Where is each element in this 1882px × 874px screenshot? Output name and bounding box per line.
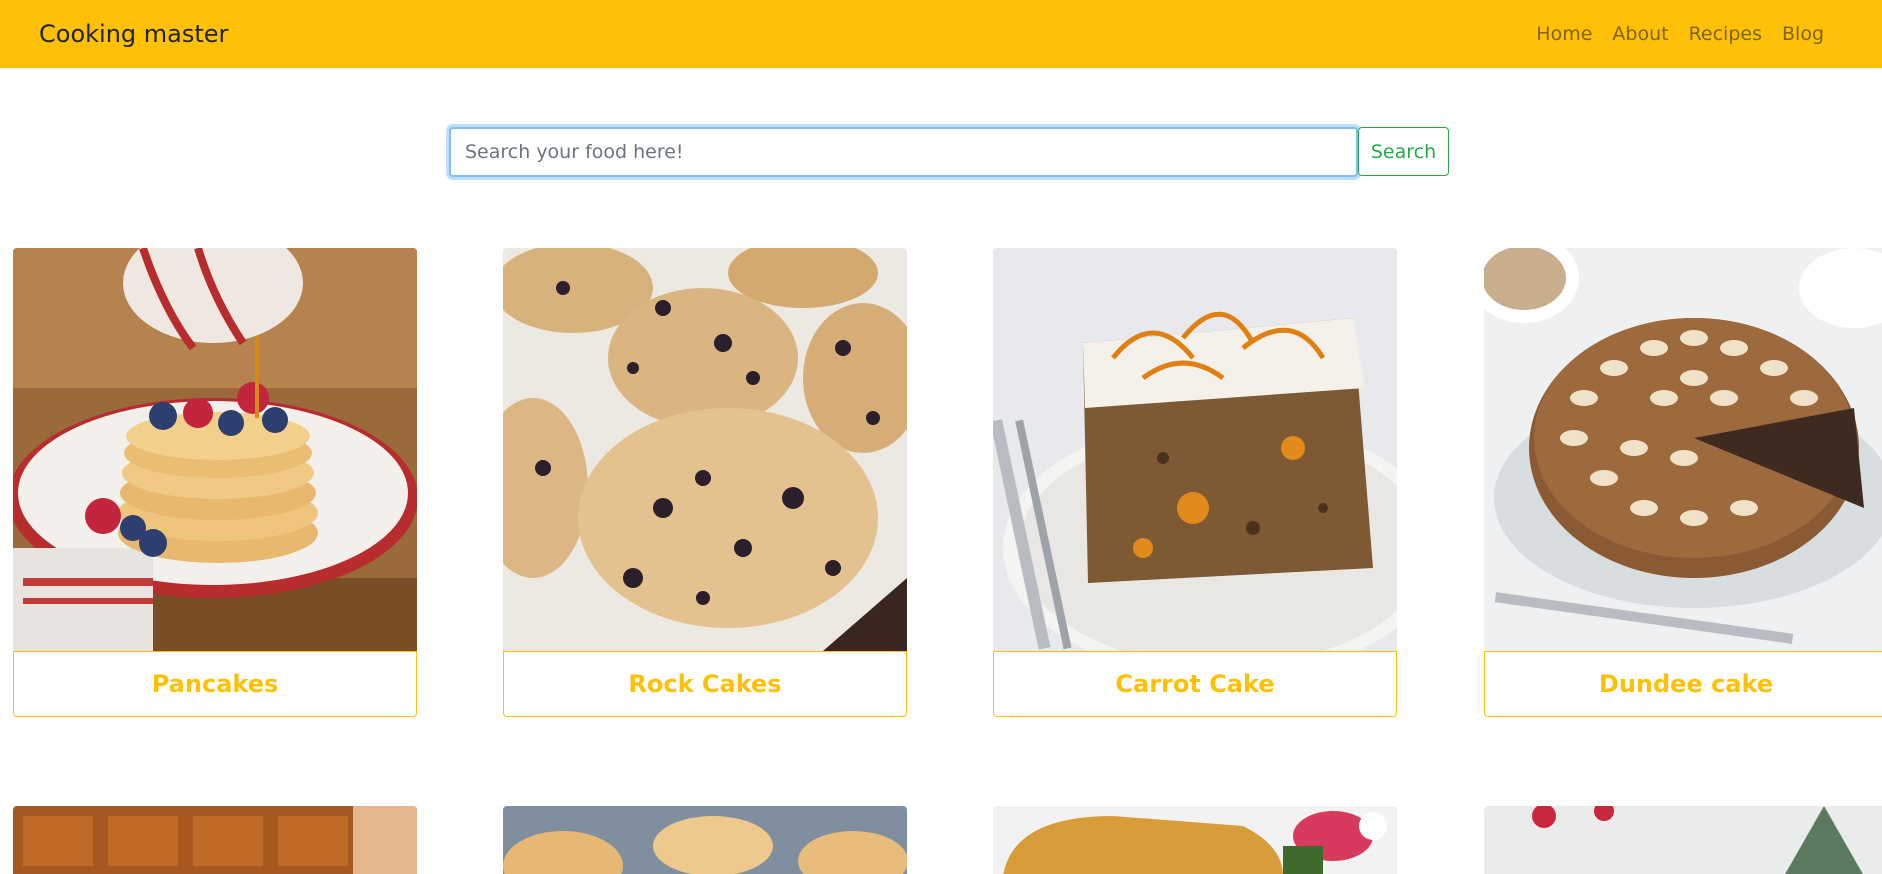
recipe-card-partial[interactable] — [993, 806, 1397, 874]
nav-link-about[interactable]: About — [1612, 20, 1668, 48]
recipe-card-dundee-cake[interactable]: Dundee cake — [1484, 248, 1882, 717]
dundee-cake-image — [1484, 248, 1882, 651]
recipe-image — [1484, 806, 1882, 874]
pancakes-image — [13, 248, 417, 651]
recipe-card-pancakes[interactable]: Pancakes — [13, 248, 417, 717]
recipe-card-partial[interactable] — [1484, 806, 1882, 874]
search-input[interactable] — [449, 127, 1358, 177]
recipe-card-rock-cakes[interactable]: Rock Cakes — [503, 248, 907, 717]
nav-link-blog[interactable]: Blog — [1782, 20, 1824, 48]
card-title-box: Carrot Cake — [993, 651, 1397, 717]
card-title[interactable]: Rock Cakes — [628, 670, 781, 698]
card-title[interactable]: Dundee cake — [1599, 670, 1773, 698]
nav-link-home[interactable]: Home — [1536, 20, 1592, 48]
brand-logo[interactable]: Cooking master — [39, 17, 228, 51]
card-title-box: Pancakes — [13, 651, 417, 717]
nav-links: Home About Recipes Blog — [1536, 20, 1824, 48]
recipe-image — [993, 806, 1397, 874]
carrot-cake-image — [993, 248, 1397, 651]
recipe-card-partial[interactable] — [503, 806, 907, 874]
recipe-image — [503, 806, 907, 874]
nav-link-recipes[interactable]: Recipes — [1689, 20, 1762, 48]
recipe-card-carrot-cake[interactable]: Carrot Cake — [993, 248, 1397, 717]
card-title[interactable]: Carrot Cake — [1115, 670, 1274, 698]
card-title-box: Rock Cakes — [503, 651, 907, 717]
search-button[interactable]: Search — [1358, 127, 1449, 176]
card-title[interactable]: Pancakes — [152, 670, 279, 698]
card-title-box: Dundee cake — [1484, 651, 1882, 717]
recipe-image — [13, 806, 417, 874]
search-bar: Search — [449, 127, 1449, 177]
recipe-card-partial[interactable] — [13, 806, 417, 874]
rock-cakes-image — [503, 248, 907, 651]
navbar: Cooking master Home About Recipes Blog — [0, 0, 1882, 68]
